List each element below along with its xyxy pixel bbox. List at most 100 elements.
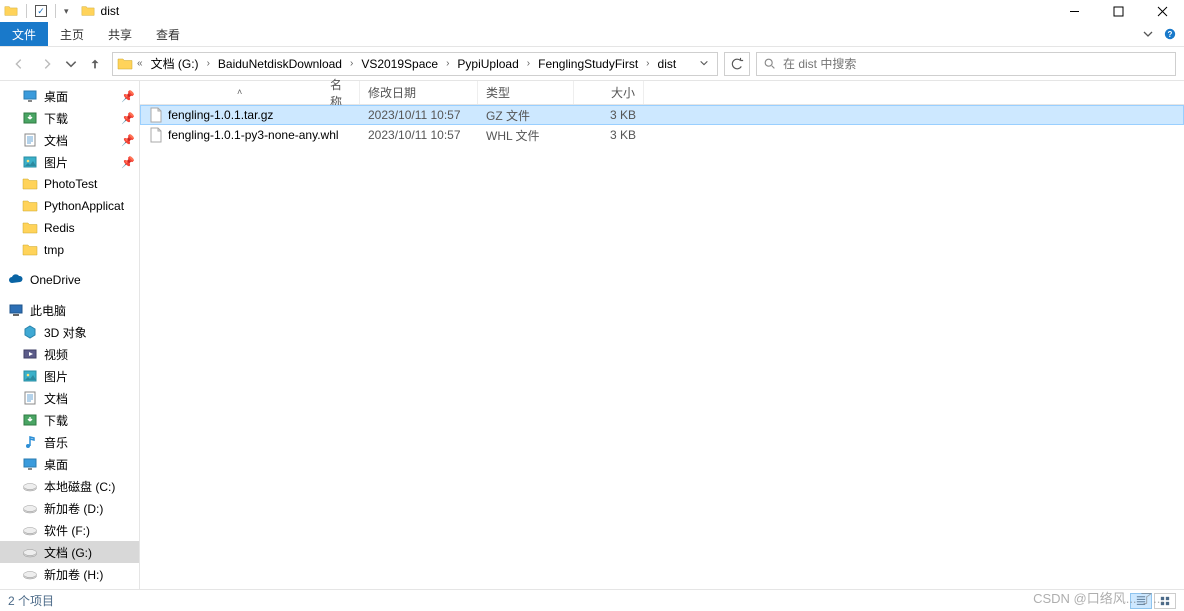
separator (55, 4, 56, 18)
tab-home[interactable]: 主页 (48, 22, 96, 46)
file-date: 2023/10/11 10:57 (360, 108, 478, 122)
sidebar-pc-3[interactable]: 文档 (0, 387, 139, 409)
sidebar-quick-0[interactable]: 桌面 📌 (0, 85, 139, 107)
sidebar-item-label: 3D 对象 (44, 324, 87, 341)
nav-recent-dropdown[interactable] (64, 53, 78, 75)
ribbon-expand-icon[interactable] (1142, 28, 1154, 40)
chevron-right-icon[interactable]: › (525, 58, 532, 69)
app-folder-icon (4, 4, 18, 18)
sort-indicator-icon: ˄ (237, 87, 242, 97)
chevron-right-icon[interactable]: › (444, 58, 451, 69)
sidebar[interactable]: 桌面📌下载📌文档📌图片📌PhotoTestPythonApplicatRedis… (0, 81, 140, 589)
sidebar-item-label: 图片 (44, 368, 68, 385)
file-type: GZ 文件 (478, 107, 574, 124)
search-input[interactable] (783, 57, 1169, 71)
crumb-4[interactable]: FenglingStudyFirst (534, 57, 642, 71)
pin-icon: 📌 (121, 90, 135, 103)
crumb-1[interactable]: BaiduNetdiskDownload (214, 57, 346, 71)
sidebar-pc-4[interactable]: 下载 (0, 409, 139, 431)
crumb-3[interactable]: PypiUpload (453, 57, 522, 71)
sidebar-item-label: 下载 (44, 412, 68, 429)
sidebar-item-label: 桌面 (44, 88, 68, 105)
sidebar-item-label: 新加卷 (D:) (44, 500, 103, 517)
pin-icon: 📌 (121, 134, 135, 147)
sidebar-pc-6[interactable]: 桌面 (0, 453, 139, 475)
search-box[interactable] (756, 52, 1176, 76)
sidebar-pc-10[interactable]: 文档 (G:) (0, 541, 139, 563)
file-row[interactable]: fengling-1.0.1-py3-none-any.whl 2023/10/… (140, 125, 1184, 145)
tab-share[interactable]: 共享 (96, 22, 144, 46)
sidebar-pc-12[interactable]: 办公 (I:) (0, 585, 139, 589)
sidebar-item-label: PythonApplicat (44, 199, 124, 213)
sidebar-item-label: 视频 (44, 346, 68, 363)
sidebar-item-label: 软件 (F:) (44, 522, 90, 539)
qat-props-icon[interactable]: ✓ (35, 5, 47, 17)
crumb-2[interactable]: VS2019Space (357, 57, 442, 71)
sidebar-item-label: PhotoTest (44, 177, 97, 191)
chevron-right-icon[interactable]: › (205, 58, 212, 69)
address-folder-icon (117, 56, 133, 72)
col-type[interactable]: 类型 (478, 81, 574, 104)
crumb-5[interactable]: dist (654, 57, 681, 71)
sidebar-quick-6[interactable]: Redis (0, 217, 139, 239)
sidebar-pc-9[interactable]: 软件 (F:) (0, 519, 139, 541)
view-large-button[interactable] (1154, 593, 1176, 609)
sidebar-pc-5[interactable]: 音乐 (0, 431, 139, 453)
file-icon (148, 127, 164, 143)
separator (26, 4, 27, 18)
breadcrumb-ellipsis[interactable]: « (135, 58, 145, 69)
file-name: fengling-1.0.1.tar.gz (168, 108, 273, 122)
sidebar-quick-2[interactable]: 文档📌 (0, 129, 139, 151)
col-size[interactable]: 大小 (574, 81, 644, 104)
sidebar-item-label: 新加卷 (H:) (44, 566, 103, 583)
minimize-button[interactable] (1052, 0, 1096, 22)
col-name[interactable]: ˄ 名称 (140, 81, 360, 104)
help-icon[interactable] (1164, 28, 1176, 40)
sidebar-pc-8[interactable]: 新加卷 (D:) (0, 497, 139, 519)
nav-forward-button[interactable] (36, 53, 58, 75)
address-row: « 文档 (G:)› BaiduNetdiskDownload› VS2019S… (0, 47, 1184, 81)
tab-file[interactable]: 文件 (0, 22, 48, 46)
sidebar-pc-2[interactable]: 图片 (0, 365, 139, 387)
chevron-right-icon[interactable]: › (644, 58, 651, 69)
sidebar-pc-1[interactable]: 视频 (0, 343, 139, 365)
sidebar-quick-5[interactable]: PythonApplicat (0, 195, 139, 217)
sidebar-item-label: 此电脑 (30, 302, 66, 319)
sidebar-quick-1[interactable]: 下载📌 (0, 107, 139, 129)
sidebar-item-label: 办公 (I:) (44, 588, 86, 590)
ribbon-tabs: 文件 主页 共享 查看 (0, 22, 1184, 47)
pin-icon: 📌 (121, 156, 135, 169)
file-name: fengling-1.0.1-py3-none-any.whl (168, 128, 339, 142)
file-type: WHL 文件 (478, 127, 574, 144)
sidebar-quick-7[interactable]: tmp (0, 239, 139, 261)
qat-dropdown-icon[interactable]: ▾ (64, 6, 69, 17)
sidebar-pc-0[interactable]: 3D 对象 (0, 321, 139, 343)
chevron-right-icon[interactable]: › (348, 58, 355, 69)
col-date[interactable]: 修改日期 (360, 81, 478, 104)
sidebar-pc-11[interactable]: 新加卷 (H:) (0, 563, 139, 585)
sidebar-item-label: 音乐 (44, 434, 68, 451)
sidebar-item-label: 桌面 (44, 456, 68, 473)
sidebar-item-label: 图片 (44, 154, 68, 171)
nav-up-button[interactable] (84, 53, 106, 75)
sidebar-onedrive[interactable]: OneDrive (0, 269, 139, 291)
address-bar[interactable]: « 文档 (G:)› BaiduNetdiskDownload› VS2019S… (112, 52, 718, 76)
close-button[interactable] (1140, 0, 1184, 22)
sidebar-thispc[interactable]: 此电脑 (0, 299, 139, 321)
refresh-button[interactable] (724, 52, 750, 76)
file-size: 3 KB (574, 108, 644, 122)
sidebar-pc-7[interactable]: 本地磁盘 (C:) (0, 475, 139, 497)
address-dropdown-icon[interactable] (695, 57, 713, 71)
file-row[interactable]: fengling-1.0.1.tar.gz 2023/10/11 10:57 G… (140, 105, 1184, 125)
sidebar-item-label: 本地磁盘 (C:) (44, 478, 115, 495)
maximize-button[interactable] (1096, 0, 1140, 22)
view-details-button[interactable] (1130, 593, 1152, 609)
file-list: ˄ 名称 修改日期 类型 大小 fengling-1.0.1.tar.gz 20… (140, 81, 1184, 589)
crumb-0[interactable]: 文档 (G:) (147, 55, 203, 72)
tab-view[interactable]: 查看 (144, 22, 192, 46)
title-bar: ✓ ▾ dist (0, 0, 1184, 22)
sidebar-quick-3[interactable]: 图片 📌 (0, 151, 139, 173)
nav-back-button[interactable] (8, 53, 30, 75)
sidebar-quick-4[interactable]: PhotoTest (0, 173, 139, 195)
file-date: 2023/10/11 10:57 (360, 128, 478, 142)
